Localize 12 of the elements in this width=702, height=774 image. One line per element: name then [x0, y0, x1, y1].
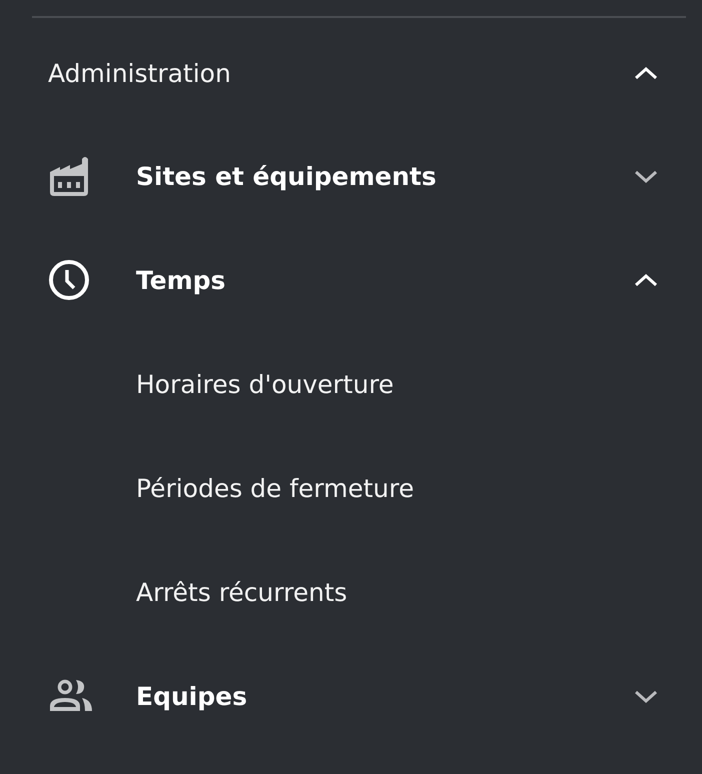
people-icon [48, 679, 94, 713]
factory-icon [48, 156, 90, 196]
submenu-item[interactable]: Horaires d'ouverture [136, 370, 394, 398]
menu-item[interactable]: Temps [136, 266, 634, 294]
chevron-icon[interactable] [634, 169, 658, 183]
submenu-item[interactable]: Arrêts récurrents [136, 578, 348, 606]
section-title: Administration [48, 58, 231, 88]
menu-item[interactable]: Equipes [136, 682, 634, 710]
menu-item[interactable]: Sites et équipements [136, 162, 634, 190]
chevron-icon[interactable] [634, 689, 658, 703]
submenu-item[interactable]: Périodes de fermeture [136, 474, 414, 502]
clock-icon [48, 259, 90, 301]
